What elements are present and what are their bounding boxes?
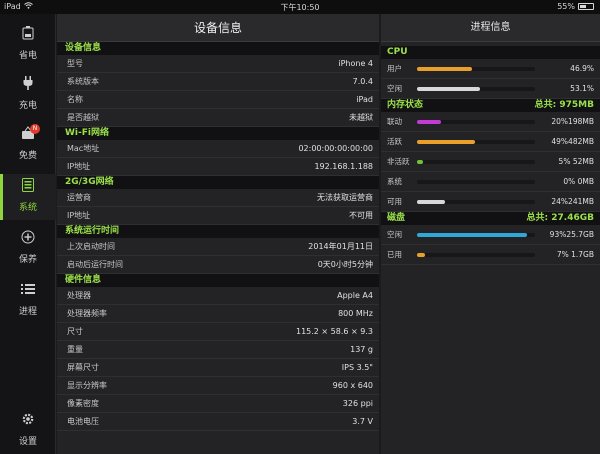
sidebar-item-charge[interactable]: 充电 xyxy=(0,72,56,118)
usage-bar xyxy=(417,199,535,204)
info-row: 启动后运行时间 0天0小时5分钟 xyxy=(57,256,379,274)
gift-icon: N xyxy=(0,124,56,146)
info-row: 是否越狱 未越狱 xyxy=(57,109,379,127)
clock: 下午10:50 xyxy=(280,3,320,12)
usage-bar xyxy=(417,179,535,184)
info-row: IP地址 192.168.1.188 xyxy=(57,158,379,176)
info-row: 系统版本 7.0.4 xyxy=(57,73,379,91)
list-icon xyxy=(0,282,56,302)
info-row: 上次启动时间 2014年01月11日 xyxy=(57,238,379,256)
sidebar-item-process[interactable]: 进程 xyxy=(0,278,56,324)
sidebar: 省电 充电 N 免费 系统 保养 进程 设置 xyxy=(0,14,56,454)
info-row: 显示分辨率 960 x 640 xyxy=(57,377,379,395)
usage-bar xyxy=(417,119,535,124)
section-header: 2G/3G网络 xyxy=(57,176,379,189)
sidebar-item-maintain[interactable]: 保养 xyxy=(0,226,56,272)
usage-bar xyxy=(417,159,535,164)
info-row: 电池电压 3.7 V xyxy=(57,413,379,431)
info-row: 屏幕尺寸 IPS 3.5" xyxy=(57,359,379,377)
gear-icon xyxy=(0,412,56,432)
info-row: 名称 iPad xyxy=(57,91,379,109)
device-info-panel: 设备信息 设备信息 型号 iPhone 4 系统版本 7.0.4 名称 iPad 是否… xyxy=(57,14,379,454)
cpu-header: CPU xyxy=(381,46,600,59)
info-row: IP地址 不可用 xyxy=(57,207,379,225)
info-row: Mac地址 02:00:00:00:00:00 xyxy=(57,140,379,158)
system-icon xyxy=(0,178,56,198)
disk-header: 磁盘 总共: 27.46GB xyxy=(381,212,600,225)
usage-bar xyxy=(417,252,535,257)
info-row: 型号 iPhone 4 xyxy=(57,55,379,73)
section-header: 硬件信息 xyxy=(57,274,379,287)
section-header: Wi-Fi网络 xyxy=(57,127,379,140)
sidebar-item-power-save[interactable]: 省电 xyxy=(0,22,56,68)
page-title: 设备信息 xyxy=(57,14,379,42)
process-title: 进程信息 xyxy=(381,14,600,42)
status-bar: iPad 下午10:50 55% xyxy=(0,0,600,14)
section-header: 设备信息 xyxy=(57,42,379,55)
usage-row: 系统 0% 0MB xyxy=(381,172,600,192)
info-row: 处理器 Apple A4 xyxy=(57,287,379,305)
battery-icon xyxy=(0,26,56,46)
info-row: 像素密度 326 ppi xyxy=(57,395,379,413)
sidebar-item-system[interactable]: 系统 xyxy=(0,174,56,220)
usage-bar xyxy=(417,66,535,71)
notification-badge: N xyxy=(30,124,40,134)
battery-icon xyxy=(578,3,594,10)
info-row: 运营商 无法获取运营商 xyxy=(57,189,379,207)
usage-bar xyxy=(417,86,535,91)
sidebar-item-settings[interactable]: 设置 xyxy=(0,408,56,454)
info-row: 重量 137 g xyxy=(57,341,379,359)
usage-row: 非活跃 5% 52MB xyxy=(381,152,600,172)
usage-row: 联动 20%198MB xyxy=(381,112,600,132)
usage-row: 用户 46.9% xyxy=(381,59,600,79)
plug-icon xyxy=(0,76,56,96)
battery-percent: 55% xyxy=(557,2,575,11)
info-row: 尺寸 115.2 × 58.6 × 9.3 xyxy=(57,323,379,341)
usage-row: 已用 7% 1.7GB xyxy=(381,245,600,265)
section-header: 系统运行时间 xyxy=(57,225,379,238)
memory-header: 内存状态 总共: 975MB xyxy=(381,99,600,112)
usage-row: 可用 24%241MB xyxy=(381,192,600,212)
usage-row: 空闲 93%25.7GB xyxy=(381,225,600,245)
usage-bar xyxy=(417,232,535,237)
usage-row: 活跃 49%482MB xyxy=(381,132,600,152)
usage-bar xyxy=(417,139,535,144)
process-info-panel: 进程信息 CPU 用户 46.9% 空闲 53.1% 内存状态 总共: 975MB 联… xyxy=(381,14,600,454)
sidebar-item-free[interactable]: N 免费 xyxy=(0,122,56,168)
plus-circle-icon xyxy=(0,230,56,250)
info-row: 处理器频率 800 MHz xyxy=(57,305,379,323)
usage-row: 空闲 53.1% xyxy=(381,79,600,99)
